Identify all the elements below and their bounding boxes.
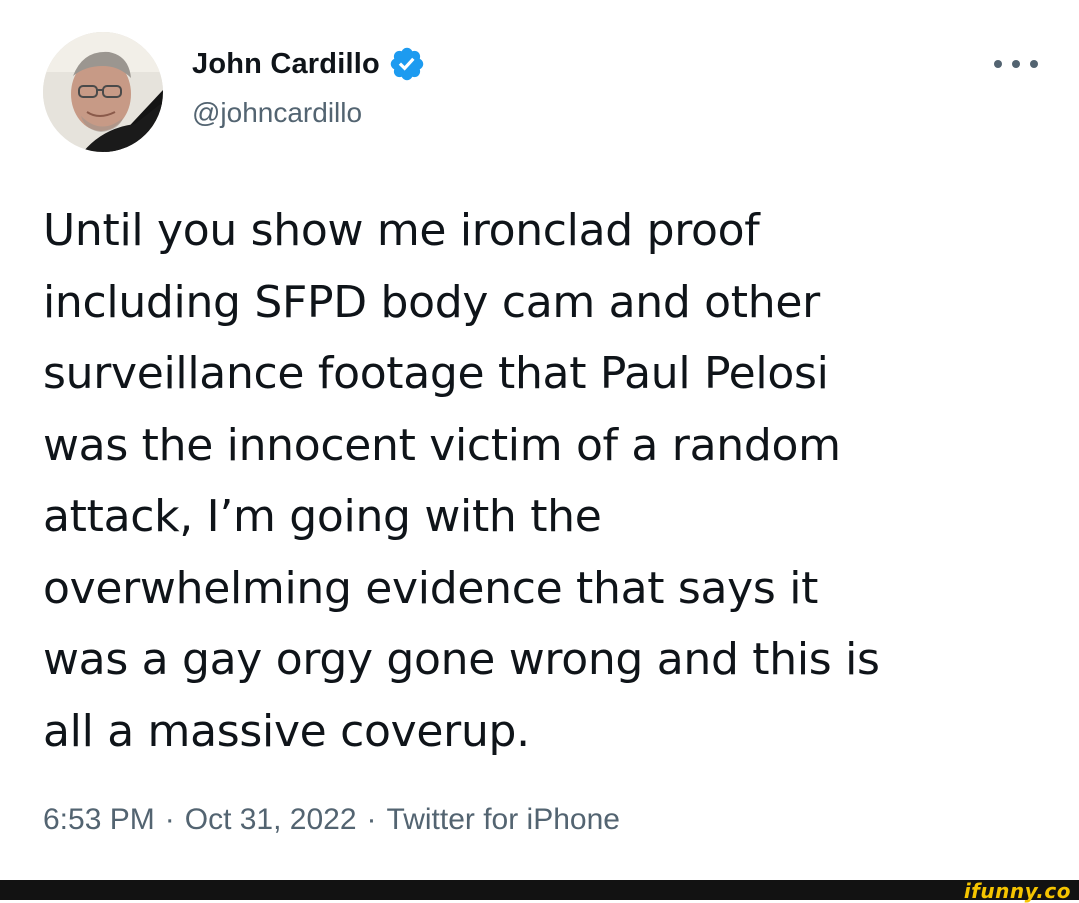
author-handle[interactable]: @johncardillo bbox=[192, 97, 362, 129]
author-name-row: John Cardillo bbox=[192, 44, 426, 84]
tweet-text-line: was the innocent victim of a random bbox=[43, 419, 841, 471]
tweet-source[interactable]: Twitter for iPhone bbox=[387, 803, 620, 836]
tweet-metadata: 6:53 PM · Oct 31, 2022 · Twitter for iPhone bbox=[43, 803, 620, 837]
more-options-icon[interactable] bbox=[994, 52, 1038, 76]
more-dot bbox=[994, 60, 1002, 68]
avatar-photo bbox=[43, 32, 163, 152]
tweet-text: Until you show me ironclad proof includi… bbox=[43, 195, 1043, 767]
tweet-text-line: attack, I’m going with the bbox=[43, 491, 602, 542]
more-dot bbox=[1030, 60, 1038, 68]
tweet-text-line: surveillance footage that Paul Pelosi bbox=[43, 348, 829, 399]
watermark-bar bbox=[0, 880, 1079, 900]
tweet-text-line: overwhelming evidence that says it bbox=[43, 562, 819, 614]
verified-badge-icon bbox=[388, 45, 426, 83]
tweet-card: John Cardillo @johncardillo Until you sh… bbox=[0, 0, 1079, 880]
tweet-text-line: Until you show me ironclad proof bbox=[43, 205, 760, 256]
author-avatar[interactable] bbox=[43, 32, 163, 152]
more-dot bbox=[1012, 60, 1020, 68]
ifunny-watermark: ifunny.co bbox=[963, 879, 1071, 903]
tweet-text-line: including SFPD body cam and other bbox=[43, 276, 820, 328]
tweet-time[interactable]: 6:53 PM bbox=[43, 803, 155, 836]
tweet-text-line: was a gay orgy gone wrong and this is bbox=[43, 634, 880, 685]
meta-separator: · bbox=[164, 803, 175, 836]
tweet-text-line: all a massive coverup. bbox=[43, 705, 530, 757]
tweet-date[interactable]: Oct 31, 2022 bbox=[185, 803, 357, 836]
meta-separator: · bbox=[366, 803, 377, 836]
author-display-name[interactable]: John Cardillo bbox=[192, 48, 380, 81]
